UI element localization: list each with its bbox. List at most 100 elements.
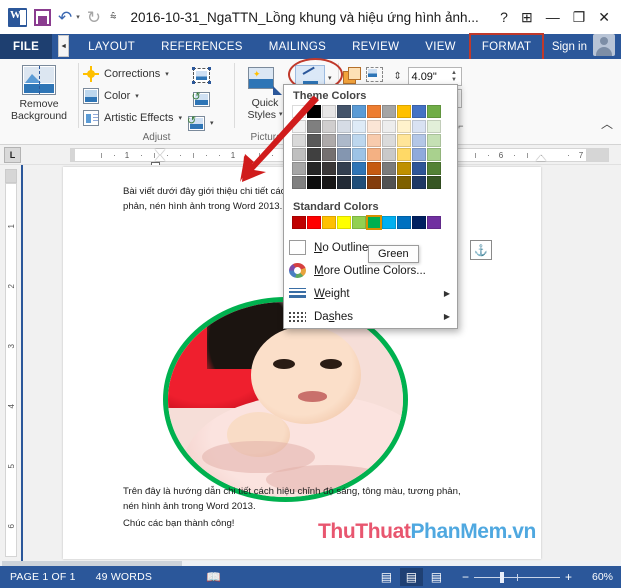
- theme-shade-swatch-1-0[interactable]: [292, 134, 306, 147]
- standard-color-swatch-4[interactable]: [352, 216, 366, 229]
- theme-shade-swatch-3-4[interactable]: [352, 162, 366, 175]
- zoom-out-button[interactable]: −: [457, 570, 474, 584]
- standard-color-swatch-9[interactable]: [427, 216, 441, 229]
- standard-color-swatch-7[interactable]: [397, 216, 411, 229]
- undo-dropdown-icon[interactable]: ▾: [76, 13, 80, 21]
- corrections-button[interactable]: Corrections ▾: [83, 63, 182, 85]
- theme-shade-swatch-1-3[interactable]: [337, 134, 351, 147]
- theme-shade-swatch-2-6[interactable]: [382, 148, 396, 161]
- vertical-ruler-track[interactable]: 1 2 3 4 5 6: [5, 183, 17, 557]
- word-count[interactable]: 49 WORDS: [86, 571, 162, 583]
- print-layout-icon[interactable]: ▤: [399, 568, 423, 586]
- theme-shade-swatch-1-6[interactable]: [382, 134, 396, 147]
- artistic-effects-button[interactable]: Artistic Effects ▾: [83, 107, 182, 129]
- theme-shade-swatch-3-3[interactable]: [337, 162, 351, 175]
- theme-shade-swatch-0-4[interactable]: [352, 120, 366, 133]
- theme-color-swatch-5[interactable]: [367, 105, 381, 118]
- theme-shade-swatch-0-5[interactable]: [367, 120, 381, 133]
- theme-shade-swatch-2-8[interactable]: [412, 148, 426, 161]
- zoom-slider[interactable]: − +: [457, 570, 577, 584]
- tab-scroll-left-icon[interactable]: ◄: [58, 35, 70, 57]
- theme-shade-swatch-3-8[interactable]: [412, 162, 426, 175]
- theme-color-swatch-3[interactable]: [337, 105, 351, 118]
- standard-color-swatch-8[interactable]: [412, 216, 426, 229]
- standard-color-swatch-6[interactable]: [382, 216, 396, 229]
- theme-shade-swatch-4-3[interactable]: [337, 176, 351, 189]
- tab-mailings[interactable]: MAILINGS: [256, 34, 339, 59]
- chevron-down-icon[interactable]: ▾: [210, 119, 214, 127]
- avatar[interactable]: [593, 34, 615, 56]
- web-layout-icon[interactable]: ▤: [425, 568, 448, 586]
- theme-shade-swatch-1-2[interactable]: [322, 134, 336, 147]
- undo-icon[interactable]: ↶: [58, 9, 72, 26]
- position-icon[interactable]: [342, 67, 361, 84]
- ribbon-display-options-icon[interactable]: ⊞: [521, 10, 533, 24]
- anchor-icon[interactable]: ⚓: [470, 240, 492, 260]
- theme-shade-swatch-4-8[interactable]: [412, 176, 426, 189]
- theme-shade-swatch-3-9[interactable]: [427, 162, 441, 175]
- theme-shade-swatch-4-6[interactable]: [382, 176, 396, 189]
- theme-shade-swatch-4-4[interactable]: [352, 176, 366, 189]
- theme-shade-swatch-2-2[interactable]: [322, 148, 336, 161]
- theme-shade-swatch-0-9[interactable]: [427, 120, 441, 133]
- tab-view[interactable]: VIEW: [412, 34, 469, 59]
- theme-shade-swatch-3-0[interactable]: [292, 162, 306, 175]
- theme-shade-swatch-2-3[interactable]: [337, 148, 351, 161]
- remove-background-button[interactable]: Remove Background: [6, 63, 72, 122]
- tab-file[interactable]: FILE: [0, 34, 53, 59]
- tab-stop-selector[interactable]: L: [4, 147, 21, 163]
- theme-shade-swatch-2-1[interactable]: [307, 148, 321, 161]
- theme-colors-shades-grid[interactable]: [284, 120, 457, 189]
- menu-item-dashes[interactable]: Dashes ▶: [284, 305, 457, 328]
- wrap-text-icon[interactable]: [365, 67, 383, 82]
- redo-icon[interactable]: ↻: [87, 9, 101, 26]
- proofing-icon[interactable]: 📖: [196, 570, 231, 584]
- help-button[interactable]: ?: [500, 10, 508, 24]
- theme-shade-swatch-3-6[interactable]: [382, 162, 396, 175]
- theme-shade-swatch-4-9[interactable]: [427, 176, 441, 189]
- theme-shade-swatch-3-5[interactable]: [367, 162, 381, 175]
- zoom-track[interactable]: [473, 571, 560, 583]
- standard-color-swatch-2[interactable]: [322, 216, 336, 229]
- standard-color-swatch-3[interactable]: [337, 216, 351, 229]
- theme-shade-swatch-1-4[interactable]: [352, 134, 366, 147]
- theme-color-swatch-7[interactable]: [397, 105, 411, 118]
- theme-color-swatch-2[interactable]: [322, 105, 336, 118]
- theme-shade-swatch-1-7[interactable]: [397, 134, 411, 147]
- standard-color-swatch-0[interactable]: [292, 216, 306, 229]
- compress-pictures-icon[interactable]: [188, 63, 214, 87]
- tab-references[interactable]: REFERENCES: [148, 34, 256, 59]
- zoom-in-button[interactable]: +: [560, 570, 577, 584]
- menu-item-weight[interactable]: Weight ▶: [284, 282, 457, 305]
- chevron-down-icon[interactable]: ▾: [178, 114, 182, 122]
- sign-in[interactable]: Sign in: [552, 34, 593, 59]
- theme-shade-swatch-1-5[interactable]: [367, 134, 381, 147]
- theme-shade-swatch-4-1[interactable]: [307, 176, 321, 189]
- chevron-down-icon[interactable]: ▾: [165, 70, 169, 78]
- tab-review[interactable]: REVIEW: [339, 34, 412, 59]
- theme-shade-swatch-3-2[interactable]: [322, 162, 336, 175]
- color-button[interactable]: Color ▾: [83, 85, 182, 107]
- theme-shade-swatch-4-2[interactable]: [322, 176, 336, 189]
- theme-shade-swatch-2-7[interactable]: [397, 148, 411, 161]
- read-mode-icon[interactable]: ▤: [375, 568, 398, 586]
- zoom-handle[interactable]: [499, 571, 504, 583]
- theme-shade-swatch-4-5[interactable]: [367, 176, 381, 189]
- theme-shade-swatch-4-0[interactable]: [292, 176, 306, 189]
- theme-shade-swatch-1-9[interactable]: [427, 134, 441, 147]
- theme-color-swatch-4[interactable]: [352, 105, 366, 118]
- vertical-ruler[interactable]: 1 2 3 4 5 6: [0, 165, 22, 561]
- zoom-level[interactable]: 60%: [586, 571, 613, 583]
- theme-shade-swatch-2-9[interactable]: [427, 148, 441, 161]
- theme-shade-swatch-0-2[interactable]: [322, 120, 336, 133]
- standard-colors-grid[interactable]: [284, 215, 457, 230]
- minimize-button[interactable]: —: [546, 10, 560, 24]
- theme-shade-swatch-0-8[interactable]: [412, 120, 426, 133]
- change-picture-icon[interactable]: [188, 87, 214, 111]
- theme-colors-grid[interactable]: [284, 105, 457, 118]
- theme-shade-swatch-3-7[interactable]: [397, 162, 411, 175]
- standard-color-swatch-5[interactable]: [366, 215, 382, 230]
- theme-shade-swatch-4-7[interactable]: [397, 176, 411, 189]
- hanging-indent-marker[interactable]: [155, 155, 165, 161]
- theme-shade-swatch-0-7[interactable]: [397, 120, 411, 133]
